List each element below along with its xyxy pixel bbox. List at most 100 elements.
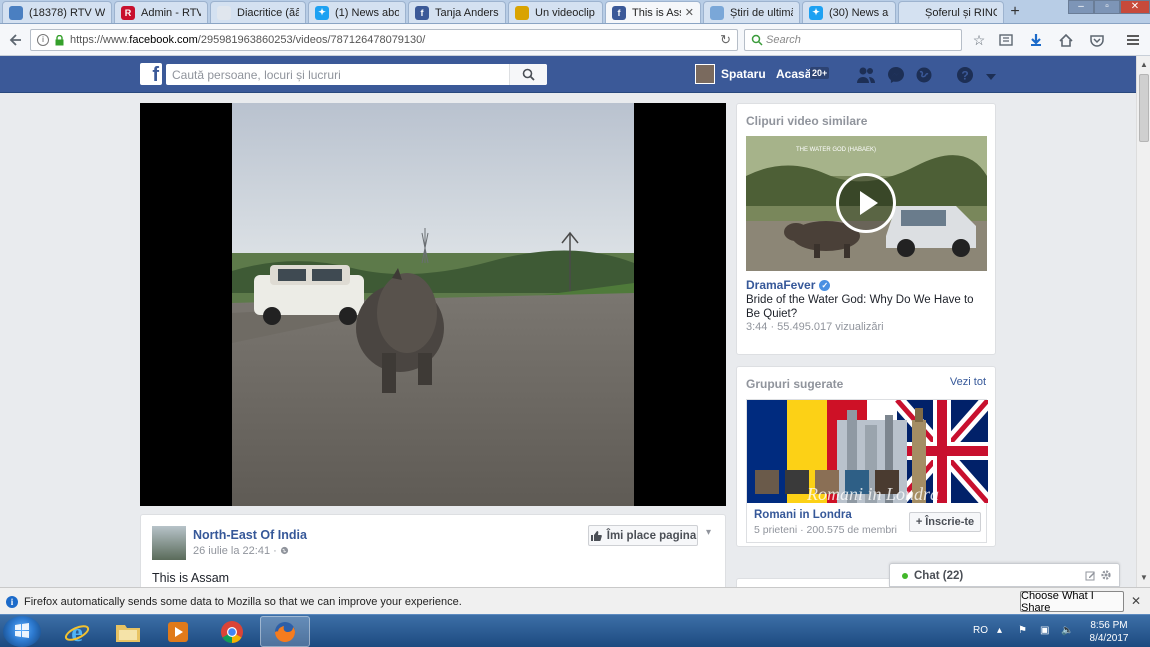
group-name-link[interactable]: Romani in Londra — [754, 509, 852, 521]
join-group-label: Înscrie-te — [925, 516, 975, 528]
pocket-icon[interactable] — [1086, 29, 1108, 51]
facebook-search-input[interactable] — [166, 65, 506, 84]
url-prefix: https://www. — [70, 34, 130, 46]
blank-icon — [217, 5, 231, 20]
start-button-icon[interactable] — [3, 616, 41, 647]
similar-videos-title: Clipuri video similare — [746, 114, 868, 128]
clock-time: 8:56 PM — [1090, 620, 1128, 631]
system-clock[interactable]: 8:56 PM 8/4/2017 — [1084, 619, 1134, 645]
post-text: This is Assam — [152, 571, 230, 585]
page-scrollbar[interactable]: ▲ ▼ — [1136, 56, 1150, 587]
navigation-bar: i https://www. facebook.com/2959819638602… — [0, 24, 1150, 56]
browser-tab[interactable]: f Tanja Anderse — [408, 1, 506, 23]
media-player-icon[interactable] — [153, 616, 203, 647]
bookmark-star-icon[interactable]: ☆ — [968, 29, 990, 51]
network-icon[interactable]: ▣ — [1040, 626, 1050, 636]
browser-tab[interactable]: Șoferul și RINOCER — [898, 1, 1004, 23]
browser-tab[interactable]: Diacritice (ăâîşţ) - — [210, 1, 306, 23]
windows-taskbar: e RO ▴ ⚑ ▣ 🔈 8:56 PM 8/4/2017 — [0, 614, 1150, 647]
reload-icon[interactable]: ↻ — [720, 32, 731, 48]
file-explorer-icon[interactable] — [103, 616, 153, 647]
join-group-button[interactable]: + Înscrie-te — [909, 512, 981, 532]
blank-icon — [710, 5, 724, 20]
notifications-globe-icon[interactable] — [915, 66, 933, 84]
group-meta: 5 prieteni · 200.575 de membri — [754, 524, 897, 536]
browser-tab[interactable]: (18378) RTV W — [2, 1, 112, 23]
post-options-chevron-icon[interactable]: ▾ — [706, 527, 711, 538]
group-cover-image[interactable]: Romani in Londra — [747, 400, 988, 503]
browser-tab[interactable]: Un videoclip c — [508, 1, 603, 23]
similar-video-meta: 3:44 · 55.495.017 vizualizări — [746, 321, 884, 333]
maximize-button[interactable]: ▫ — [1094, 0, 1120, 14]
chat-sidebar-tab[interactable]: Chat (22) — [889, 563, 1120, 587]
video-player[interactable] — [140, 103, 726, 506]
svg-text:e: e — [71, 619, 83, 645]
new-message-icon[interactable] — [1085, 570, 1096, 581]
similar-video-source-name: DramaFever — [746, 278, 816, 292]
scroll-up-arrow-icon[interactable]: ▲ — [1140, 60, 1148, 69]
internet-explorer-icon[interactable]: e — [52, 616, 102, 647]
keyboard-language[interactable]: RO — [973, 625, 988, 636]
profile-link[interactable]: Spataru — [721, 67, 766, 81]
info-icon: i — [6, 596, 18, 608]
browser-tab[interactable]: f This is Assa ✕ — [605, 1, 701, 23]
video-frame[interactable] — [232, 103, 634, 506]
home-icon[interactable] — [1055, 29, 1077, 51]
like-page-label: Îmi place pagina — [606, 529, 697, 542]
clock-date: 8/4/2017 — [1089, 633, 1129, 644]
home-link[interactable]: Acasă — [776, 67, 811, 81]
see-all-link[interactable]: Vezi tot — [950, 376, 986, 388]
puzzle-icon — [515, 5, 529, 20]
home-badge: 20+ — [810, 67, 830, 79]
volume-muted-icon[interactable]: 🔈 — [1061, 626, 1073, 636]
minimize-button[interactable]: – — [1068, 0, 1094, 14]
online-status-icon — [902, 573, 908, 579]
close-tab-icon[interactable]: ✕ — [685, 6, 694, 19]
notification-close-icon[interactable]: ✕ — [1131, 594, 1141, 608]
chat-settings-gear-icon[interactable] — [1100, 569, 1112, 581]
choose-what-i-share-button[interactable]: Choose What I Share — [1020, 590, 1124, 614]
profile-avatar[interactable] — [695, 64, 715, 84]
page-name-link[interactable]: North-East Of India — [193, 528, 307, 542]
reading-list-icon[interactable] — [995, 29, 1017, 51]
facebook-search-button[interactable] — [509, 64, 547, 85]
browser-tab[interactable]: Știri de ultimă — [703, 1, 800, 23]
messenger-icon[interactable] — [887, 66, 905, 84]
notification-text: Firefox automatically sends some data to… — [24, 596, 462, 608]
downloads-icon[interactable] — [1025, 29, 1047, 51]
account-menu-chevron-icon[interactable] — [986, 70, 1004, 88]
site-info-icon[interactable]: i — [37, 34, 49, 46]
scroll-down-arrow-icon[interactable]: ▼ — [1140, 573, 1148, 582]
new-tab-button[interactable]: + — [1006, 3, 1024, 21]
browser-tab[interactable]: R Admin - RTV. — [114, 1, 208, 23]
help-icon[interactable]: ? — [956, 66, 974, 84]
chrome-icon[interactable] — [207, 616, 257, 647]
browser-tab-label: (1) News abou — [335, 6, 399, 19]
browser-search-field[interactable]: Search — [744, 29, 962, 51]
post-timestamp[interactable]: 26 iulie la 22:41 · — [193, 545, 289, 557]
play-button-icon[interactable] — [836, 173, 896, 233]
tray-flag-icon[interactable]: ⚑ — [1018, 626, 1028, 636]
browser-tab-label: (30) News abo — [829, 6, 889, 19]
scrollbar-thumb[interactable] — [1139, 74, 1149, 142]
similar-video-thumbnail[interactable]: THE WATER GOD (HABAEK) — [746, 136, 987, 271]
facebook-logo-icon[interactable]: f — [140, 63, 162, 85]
lock-icon — [55, 34, 64, 46]
browser-tab-label: Știri de ultimă — [730, 6, 793, 19]
firefox-icon[interactable] — [260, 616, 310, 647]
similar-video-source[interactable]: DramaFever ✓ — [746, 278, 831, 292]
page-avatar[interactable] — [152, 526, 186, 560]
post-card: North-East Of India 26 iulie la 22:41 · … — [140, 514, 726, 594]
back-button[interactable] — [5, 29, 27, 51]
browser-tab[interactable]: ✦ (1) News abou — [308, 1, 406, 23]
tray-chevron-icon[interactable]: ▴ — [997, 626, 1007, 636]
friend-requests-icon[interactable] — [856, 66, 875, 84]
url-bar[interactable]: i https://www. facebook.com/2959819638602… — [30, 29, 738, 51]
close-window-button[interactable]: ✕ — [1120, 0, 1150, 14]
menu-hamburger-icon[interactable] — [1122, 29, 1144, 51]
similar-video-title[interactable]: Bride of the Water God: Why Do We Have t… — [746, 293, 982, 321]
twitter-icon: ✦ — [809, 5, 823, 20]
browser-tab[interactable]: ✦ (30) News abo — [802, 1, 896, 23]
search-icon — [522, 68, 535, 81]
like-page-button[interactable]: Îmi place pagina — [588, 525, 698, 546]
